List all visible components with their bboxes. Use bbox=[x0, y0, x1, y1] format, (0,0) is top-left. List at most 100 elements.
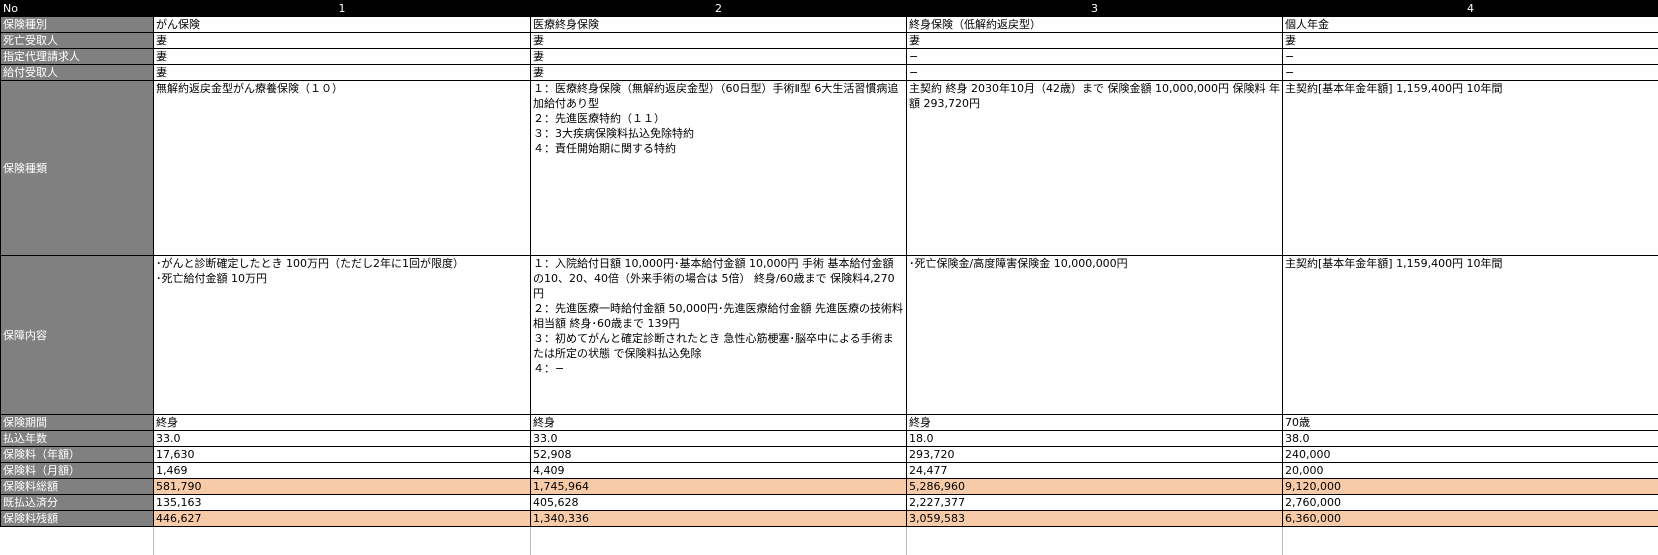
header-col-3: 3 bbox=[907, 1, 1283, 17]
cell[interactable]: 主契約 終身 2030年10月（42歳）まで 保険金額 10,000,000円 … bbox=[907, 81, 1283, 256]
cell[interactable]: １：入院給付日額 10,000円･基本給付金額 10,000円 手術 基本給付金… bbox=[531, 256, 907, 415]
cell[interactable]: がん保険 bbox=[154, 17, 531, 33]
cell[interactable]: 405,628 bbox=[531, 495, 907, 511]
cell[interactable]: 581,790 bbox=[154, 479, 531, 495]
cell[interactable]: 70歳 bbox=[1283, 415, 1658, 431]
cell-line: １：医療終身保険（無解約返戻金型）（60日型）手術Ⅱ型 6大生活習慣病追加給付あ… bbox=[533, 81, 904, 111]
row-insurance-type: 保険種類 無解約返戻金型がん療養保険（１０） １：医療終身保険（無解約返戻金型）… bbox=[1, 81, 1658, 256]
cell-line: ･死亡保険金/高度障害保険金 10,000,000円 bbox=[909, 256, 1280, 271]
cell-line: １：入院給付日額 10,000円･基本給付金額 10,000円 手術 基本給付金… bbox=[533, 256, 904, 301]
row-label: 保険種類 bbox=[1, 81, 154, 256]
cell[interactable]: 主契約[基本年金年額] 1,159,400円 10年間 bbox=[1283, 81, 1658, 256]
cell[interactable]: 医療終身保険 bbox=[531, 17, 907, 33]
cell[interactable]: 2,760,000 bbox=[1283, 495, 1658, 511]
cell[interactable]: 妻 bbox=[531, 33, 907, 49]
cell[interactable]: 17,630 bbox=[154, 447, 531, 463]
row-label: 既払込済分 bbox=[1, 495, 154, 511]
header-col-1: 1 bbox=[154, 1, 531, 17]
empty-cell[interactable] bbox=[1283, 527, 1658, 555]
cell[interactable]: 終身 bbox=[531, 415, 907, 431]
cell[interactable]: 6,360,000 bbox=[1283, 511, 1658, 527]
cell[interactable]: 38.0 bbox=[1283, 431, 1658, 447]
row-label: 保障内容 bbox=[1, 256, 154, 415]
cell[interactable]: １：医療終身保険（無解約返戻金型）（60日型）手術Ⅱ型 6大生活習慣病追加給付あ… bbox=[531, 81, 907, 256]
row-label: 払込年数 bbox=[1, 431, 154, 447]
cell-line: ４：責任開始期に関する特約 bbox=[533, 141, 904, 156]
cell-line: ２：先進医療特約（１１） bbox=[533, 111, 904, 126]
header-no: No bbox=[1, 1, 154, 17]
cell-line: 主契約 終身 2030年10月（42歳）まで 保険金額 10,000,000円 … bbox=[909, 81, 1280, 111]
cell[interactable]: 個人年金 bbox=[1283, 17, 1658, 33]
row-premium-year: 保険料（年額） 17,630 52,908 293,720 240,000 bbox=[1, 447, 1658, 463]
row-label: 保険料（月額） bbox=[1, 463, 154, 479]
cell[interactable]: 妻 bbox=[531, 65, 907, 81]
row-label: 保険料（年額） bbox=[1, 447, 154, 463]
row-benefit-recipient: 給付受取人 妻 妻 − − bbox=[1, 65, 1658, 81]
cell[interactable]: ･がんと診断確定したとき 100万円（ただし2年に1回が限度） ･死亡給付金額 … bbox=[154, 256, 531, 415]
row-period: 保険期間 終身 終身 終身 70歳 bbox=[1, 415, 1658, 431]
row-label: 死亡受取人 bbox=[1, 33, 154, 49]
cell[interactable]: 4,409 bbox=[531, 463, 907, 479]
cell-line: ･がんと診断確定したとき 100万円（ただし2年に1回が限度） bbox=[156, 256, 528, 271]
cell[interactable]: 3,059,583 bbox=[907, 511, 1283, 527]
cell-line: ３：3大疾病保険料払込免除特約 bbox=[533, 126, 904, 141]
insurance-table: No 1 2 3 4 保険種別 がん保険 医療終身保険 終身保険（低解約返戻型）… bbox=[0, 0, 1658, 555]
cell[interactable]: 9,120,000 bbox=[1283, 479, 1658, 495]
row-remaining: 保険料残額 446,627 1,340,336 3,059,583 6,360,… bbox=[1, 511, 1658, 527]
cell[interactable]: 終身 bbox=[154, 415, 531, 431]
cell[interactable]: − bbox=[907, 65, 1283, 81]
cell[interactable]: 24,477 bbox=[907, 463, 1283, 479]
cell[interactable]: 293,720 bbox=[907, 447, 1283, 463]
cell[interactable]: 33.0 bbox=[531, 431, 907, 447]
row-label: 保険料総額 bbox=[1, 479, 154, 495]
cell[interactable]: 1,340,336 bbox=[531, 511, 907, 527]
cell-line: 主契約[基本年金年額] 1,159,400円 10年間 bbox=[1285, 81, 1656, 96]
row-label: 指定代理請求人 bbox=[1, 49, 154, 65]
header-col-2: 2 bbox=[531, 1, 907, 17]
empty-cell[interactable] bbox=[531, 527, 907, 555]
cell[interactable]: 終身保険（低解約返戻型） bbox=[907, 17, 1283, 33]
cell[interactable]: 18.0 bbox=[907, 431, 1283, 447]
cell[interactable]: 妻 bbox=[154, 33, 531, 49]
row-death-beneficiary: 死亡受取人 妻 妻 妻 妻 bbox=[1, 33, 1658, 49]
cell[interactable]: 1,745,964 bbox=[531, 479, 907, 495]
cell[interactable]: 妻 bbox=[154, 65, 531, 81]
cell-line: ４：− bbox=[533, 361, 904, 376]
cell[interactable]: 240,000 bbox=[1283, 447, 1658, 463]
cell[interactable]: 1,469 bbox=[154, 463, 531, 479]
cell[interactable]: 妻 bbox=[154, 49, 531, 65]
cell[interactable]: 135,163 bbox=[154, 495, 531, 511]
empty-row bbox=[1, 527, 1658, 555]
cell[interactable]: 主契約[基本年金年額] 1,159,400円 10年間 bbox=[1283, 256, 1658, 415]
cell[interactable]: − bbox=[907, 49, 1283, 65]
header-col-4: 4 bbox=[1283, 1, 1658, 17]
cell[interactable]: 52,908 bbox=[531, 447, 907, 463]
row-label: 保険期間 bbox=[1, 415, 154, 431]
empty-cell[interactable] bbox=[1, 527, 154, 555]
empty-cell[interactable] bbox=[154, 527, 531, 555]
cell[interactable]: − bbox=[1283, 49, 1658, 65]
row-coverage: 保障内容 ･がんと診断確定したとき 100万円（ただし2年に1回が限度） ･死亡… bbox=[1, 256, 1658, 415]
cell[interactable]: 終身 bbox=[907, 415, 1283, 431]
cell[interactable]: ･死亡保険金/高度障害保険金 10,000,000円 bbox=[907, 256, 1283, 415]
row-pay-years: 払込年数 33.0 33.0 18.0 38.0 bbox=[1, 431, 1658, 447]
header-row: No 1 2 3 4 bbox=[1, 1, 1658, 17]
cell[interactable]: − bbox=[1283, 65, 1658, 81]
cell[interactable]: 無解約返戻金型がん療養保険（１０） bbox=[154, 81, 531, 256]
cell[interactable]: 20,000 bbox=[1283, 463, 1658, 479]
cell-line: ２：先進医療一時給付金額 50,000円･先進医療給付金額 先進医療の技術料相当… bbox=[533, 301, 904, 331]
cell[interactable]: 2,227,377 bbox=[907, 495, 1283, 511]
cell[interactable]: 妻 bbox=[1283, 33, 1658, 49]
spreadsheet: No 1 2 3 4 保険種別 がん保険 医療終身保険 終身保険（低解約返戻型）… bbox=[0, 0, 1658, 555]
cell[interactable]: 5,286,960 bbox=[907, 479, 1283, 495]
cell[interactable]: 33.0 bbox=[154, 431, 531, 447]
row-label: 給付受取人 bbox=[1, 65, 154, 81]
row-premium-month: 保険料（月額） 1,469 4,409 24,477 20,000 bbox=[1, 463, 1658, 479]
cell[interactable]: 妻 bbox=[907, 33, 1283, 49]
row-label: 保険料残額 bbox=[1, 511, 154, 527]
cell-line: 無解約返戻金型がん療養保険（１０） bbox=[156, 81, 528, 96]
cell[interactable]: 妻 bbox=[531, 49, 907, 65]
row-paid: 既払込済分 135,163 405,628 2,227,377 2,760,00… bbox=[1, 495, 1658, 511]
cell[interactable]: 446,627 bbox=[154, 511, 531, 527]
empty-cell[interactable] bbox=[907, 527, 1283, 555]
